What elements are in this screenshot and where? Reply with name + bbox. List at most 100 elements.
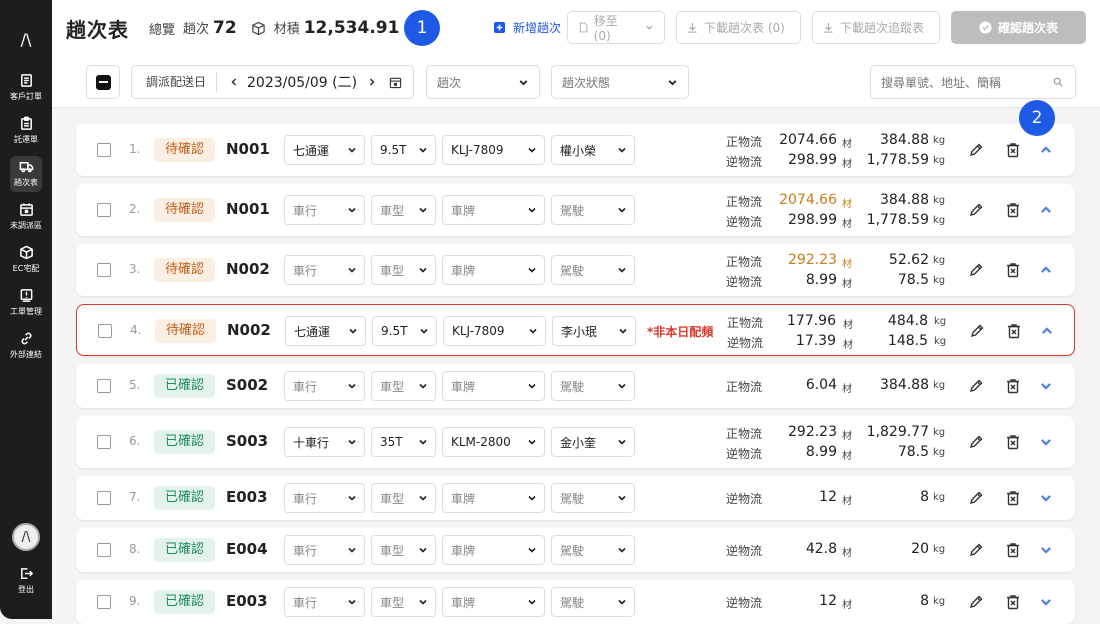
new-trip-button[interactable]: 新增趟次 <box>484 11 572 44</box>
plate-select[interactable]: 車牌 <box>442 195 545 225</box>
row-checkbox[interactable] <box>97 203 111 217</box>
vehicle-type-select[interactable]: 車型 <box>371 535 436 565</box>
edit-icon[interactable] <box>969 323 985 339</box>
driver-select[interactable]: 李小珉 <box>552 316 636 346</box>
row-checkbox[interactable] <box>97 263 111 277</box>
edit-icon[interactable] <box>968 434 984 450</box>
delete-icon[interactable] <box>1005 142 1021 158</box>
plate-select[interactable]: KLM-2800 <box>442 427 545 457</box>
forward-logistics-label: 正物流 <box>726 380 763 394</box>
sidebar-item-orders[interactable]: 客戶訂單 <box>0 66 52 109</box>
confirm-trips-button[interactable]: 確認趟次表 <box>951 11 1086 44</box>
chevron-up-icon[interactable] <box>1039 203 1053 217</box>
edit-icon[interactable] <box>968 142 984 158</box>
edit-icon[interactable] <box>968 542 984 558</box>
delete-icon[interactable] <box>1005 202 1021 218</box>
sidebar-item-undispatched[interactable]: 未調派區 <box>0 195 52 238</box>
edit-icon[interactable] <box>968 262 984 278</box>
driver-select[interactable]: 駕駛 <box>551 255 635 285</box>
chevron-down-icon <box>348 547 356 553</box>
vehicle-type-select[interactable]: 車型 <box>371 195 436 225</box>
delete-icon[interactable] <box>1005 262 1021 278</box>
edit-icon[interactable] <box>968 202 984 218</box>
chevron-down-icon[interactable] <box>1039 595 1053 609</box>
delete-icon[interactable] <box>1005 490 1021 506</box>
carrier-select[interactable]: 車行 <box>284 483 365 513</box>
driver-select[interactable]: 駕駛 <box>551 195 635 225</box>
chevron-down-icon[interactable] <box>1039 379 1053 393</box>
search-input[interactable]: 搜尋單號、地址、簡稱 <box>870 65 1076 99</box>
row-checkbox[interactable] <box>97 435 111 449</box>
delete-icon[interactable] <box>1005 378 1021 394</box>
carrier-select[interactable]: 車行 <box>284 535 365 565</box>
vehicle-type-select[interactable]: 車型 <box>371 587 436 617</box>
logout-button[interactable]: 登出 <box>18 563 34 597</box>
vehicle-type-select[interactable]: 35T <box>371 427 436 457</box>
carrier-select[interactable]: 車行 <box>284 195 365 225</box>
carrier-select[interactable]: 七通運 <box>285 316 366 346</box>
carrier-select[interactable]: 十車行 <box>284 427 365 457</box>
vehicle-type-select[interactable]: 車型 <box>371 483 436 513</box>
chevron-left-icon[interactable] <box>229 77 239 87</box>
download-tracking-button[interactable]: 下載趟次追蹤表 <box>812 11 940 44</box>
forward-logistics-label: 正物流 <box>727 316 764 330</box>
move-to-button[interactable]: 移至 (0) <box>567 11 665 44</box>
plate-select[interactable]: 車牌 <box>442 587 545 617</box>
select-all-checkbox[interactable] <box>86 65 120 99</box>
plate-select[interactable]: KLJ-7809 <box>442 135 545 165</box>
chevron-up-icon[interactable] <box>1040 324 1054 338</box>
delete-icon[interactable] <box>1005 542 1021 558</box>
driver-select[interactable]: 金小奎 <box>551 427 635 457</box>
volume-unit: 材 <box>842 219 852 230</box>
row-checkbox[interactable] <box>98 324 112 338</box>
driver-select[interactable]: 駕駛 <box>551 535 635 565</box>
plate-select[interactable]: 車牌 <box>442 483 545 513</box>
driver-select[interactable]: 權小榮 <box>551 135 635 165</box>
row-checkbox[interactable] <box>97 491 111 505</box>
chevron-down-icon[interactable] <box>1039 491 1053 505</box>
vehicle-type-select[interactable]: 車型 <box>371 255 436 285</box>
sidebar-item-trips[interactable]: 趟次表 <box>0 152 52 195</box>
plate-select[interactable]: KLJ-7809 <box>443 316 546 346</box>
carrier-select[interactable]: 車行 <box>284 587 365 617</box>
delete-icon[interactable] <box>1006 323 1022 339</box>
plate-select[interactable]: 車牌 <box>442 255 545 285</box>
chevron-right-icon[interactable] <box>367 77 377 87</box>
row-checkbox[interactable] <box>97 379 111 393</box>
sidebar-item-links[interactable]: 外部連結 <box>0 324 52 367</box>
date-value[interactable]: 2023/05/09 (二) <box>247 72 357 92</box>
row-checkbox[interactable] <box>97 595 111 609</box>
driver-select[interactable]: 駕駛 <box>551 483 635 513</box>
clipboard-icon <box>20 116 32 130</box>
vehicle-type-select[interactable]: 車型 <box>371 371 436 401</box>
reverse-logistics-label: 逆物流 <box>726 596 763 610</box>
delete-icon[interactable] <box>1005 594 1021 610</box>
vehicle-type-select[interactable]: 9.5T <box>372 316 437 346</box>
edit-icon[interactable] <box>968 490 984 506</box>
carrier-select[interactable]: 車行 <box>284 371 365 401</box>
sidebar-item-workorders[interactable]: 工單管理 <box>0 281 52 324</box>
row-checkbox[interactable] <box>97 543 111 557</box>
calendar-icon[interactable] <box>389 76 402 89</box>
avatar[interactable]: /\ <box>12 523 40 551</box>
carrier-select[interactable]: 七通運 <box>284 135 365 165</box>
sidebar-item-ec[interactable]: EC宅配 <box>0 238 52 281</box>
plate-select[interactable]: 車牌 <box>442 535 545 565</box>
trip-filter-select[interactable]: 趟次 <box>426 65 540 99</box>
chevron-down-icon[interactable] <box>1039 543 1053 557</box>
carrier-select[interactable]: 車行 <box>284 255 365 285</box>
vehicle-type-select[interactable]: 9.5T <box>371 135 436 165</box>
edit-icon[interactable] <box>968 594 984 610</box>
download-trips-button[interactable]: 下載趟次表 (0) <box>676 11 801 44</box>
plate-select[interactable]: 車牌 <box>442 371 545 401</box>
driver-select[interactable]: 駕駛 <box>551 587 635 617</box>
chevron-up-icon[interactable] <box>1039 143 1053 157</box>
chevron-down-icon[interactable] <box>1039 435 1053 449</box>
edit-icon[interactable] <box>968 378 984 394</box>
chevron-up-icon[interactable] <box>1039 263 1053 277</box>
status-filter-select[interactable]: 趟次狀態 <box>551 65 689 99</box>
driver-select[interactable]: 駕駛 <box>551 371 635 401</box>
delete-icon[interactable] <box>1005 434 1021 450</box>
row-checkbox[interactable] <box>97 143 111 157</box>
sidebar-item-waybill[interactable]: 託運單 <box>0 109 52 152</box>
